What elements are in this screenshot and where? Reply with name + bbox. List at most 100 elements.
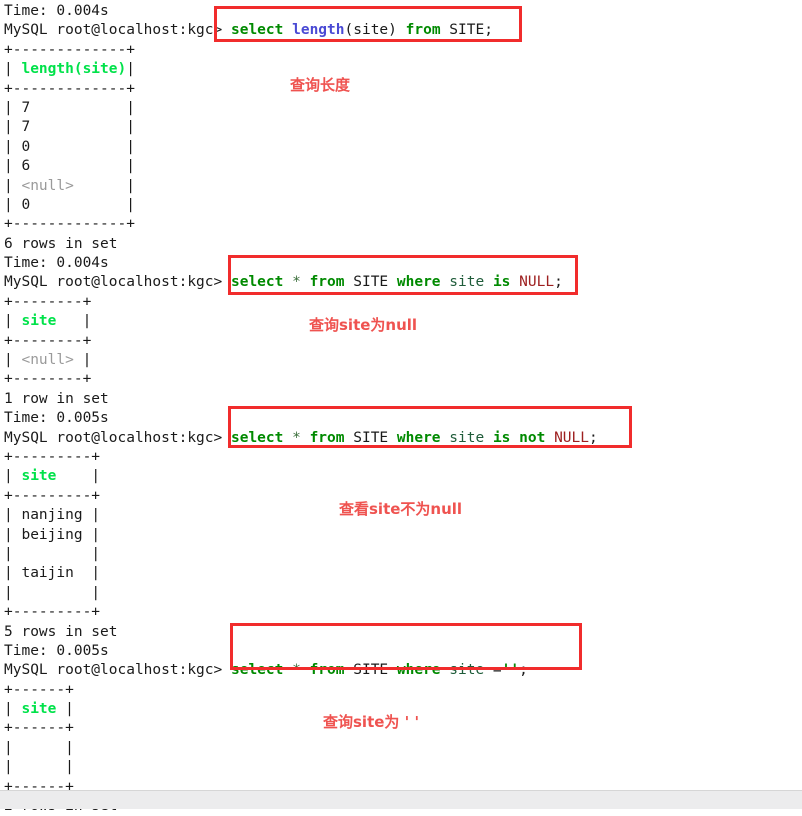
sql-token: NULL: [519, 274, 555, 291]
command-line[interactable]: MySQL root@localhost:kgc> select * from …: [4, 429, 802, 448]
sql-token: from: [405, 22, 441, 39]
table-border: |: [126, 177, 135, 194]
table-cell: 0: [21, 138, 127, 155]
command-line[interactable]: MySQL root@localhost:kgc> select length(…: [4, 21, 802, 40]
table-border: |: [91, 468, 101, 485]
command-line[interactable]: MySQL root@localhost:kgc> select * from …: [4, 273, 802, 292]
table-border: |: [126, 99, 135, 116]
sql-command-is-null-query[interactable]: select * from SITE where site is NULL;: [231, 274, 563, 290]
timing-line: Time: 0.005s: [4, 409, 802, 428]
table-border: |: [65, 701, 74, 718]
note-query-length: 查询长度: [290, 76, 351, 94]
table-row: | 0 |: [4, 196, 802, 215]
table-cell: <null>: [21, 177, 127, 194]
table-rule: +-------------+: [4, 215, 802, 234]
sql-token: length: [292, 22, 345, 39]
sql-token: where: [396, 274, 441, 291]
table-rule: +--------+: [4, 293, 802, 312]
table-cell: taijin: [21, 565, 92, 582]
sql-token: SITE: [344, 274, 397, 291]
table-border: |: [82, 313, 92, 330]
table-border: |: [4, 352, 22, 369]
table-row: | 7 |: [4, 99, 802, 118]
table-border: |: [126, 119, 135, 136]
table-cell: [21, 759, 65, 775]
timing-line: Time: 0.004s: [4, 2, 802, 21]
table-cell: 7: [21, 99, 127, 116]
table-border: |: [4, 759, 22, 776]
table-rule-text: +-------------+: [4, 216, 135, 233]
command-line[interactable]: MySQL root@localhost:kgc> select * from …: [4, 661, 802, 680]
sql-token: SITE: [344, 429, 397, 446]
table-row: | taijin |: [4, 564, 802, 583]
table-row: | |: [4, 739, 802, 758]
table-border: |: [4, 61, 22, 78]
table-cell: [21, 585, 91, 601]
table-border: |: [91, 526, 101, 543]
table-cell: nanjing: [21, 507, 92, 524]
shell-prompt: MySQL root@localhost:kgc>: [4, 662, 231, 679]
table-border: |: [4, 99, 22, 116]
timing-text: Time: 0.005s: [4, 410, 109, 427]
table-cell: [21, 740, 65, 756]
table-rule-text: +------+: [4, 720, 74, 737]
timing-line: Time: 0.005s: [4, 642, 802, 661]
timing-text: Time: 0.005s: [4, 642, 109, 659]
rowcount-text: 1 row in set: [4, 390, 109, 407]
sql-command-length-query[interactable]: select length(site) from SITE;: [231, 22, 493, 38]
table-rule-text: +--------+: [4, 293, 92, 310]
column-header: length(site): [21, 61, 127, 78]
sql-token: select: [230, 274, 284, 291]
sql-token: select: [230, 22, 284, 39]
table-row: | beijing |: [4, 526, 802, 545]
bottom-status-strip: [0, 790, 802, 809]
timing-text: Time: 0.004s: [4, 3, 109, 19]
table-border: |: [91, 545, 101, 562]
note-site-is-not-null: 查看site不为null: [339, 500, 463, 518]
timing-text: Time: 0.004s: [4, 255, 109, 272]
column-header: site: [21, 701, 66, 718]
rowcount-line: 6 rows in set: [4, 235, 802, 254]
table-border: |: [126, 196, 135, 213]
table-cell: 6: [21, 158, 127, 175]
sql-token: SITE;: [440, 22, 493, 39]
column-header: site: [21, 313, 83, 330]
table-header-row: | site |: [4, 467, 802, 486]
shell-prompt: MySQL root@localhost:kgc>: [4, 22, 231, 39]
table-rule-text: +------+: [4, 681, 74, 698]
table-border: |: [65, 759, 74, 776]
table-border: |: [82, 352, 92, 369]
table-rule: +--------+: [4, 370, 802, 389]
table-border: |: [126, 61, 135, 78]
table-border: |: [4, 138, 22, 155]
table-cell: 7: [21, 119, 127, 136]
table-border: |: [65, 739, 74, 756]
table-rule-text: +---------+: [4, 604, 101, 621]
table-row: | |: [4, 758, 802, 777]
rowcount-text: 5 rows in set: [4, 623, 118, 640]
terminal-output[interactable]: Time: 0.004s MySQL root@localhost:kgc> se…: [0, 0, 802, 814]
sql-command-empty-string-query[interactable]: select * from SITE where site ='';: [231, 662, 528, 678]
table-cell: beijing: [21, 526, 92, 543]
table-border: |: [4, 565, 22, 582]
table-row: | |: [4, 584, 802, 603]
sql-token: from: [309, 274, 345, 291]
table-cell: [21, 546, 91, 562]
rowcount-line: 5 rows in set: [4, 623, 802, 642]
table-row: | <null> |: [4, 177, 802, 196]
sql-token: from: [309, 662, 345, 679]
sql-token: *: [292, 429, 301, 446]
sql-command-is-not-null-query[interactable]: select * from SITE where site is not NUL…: [231, 430, 598, 446]
table-border: |: [4, 545, 22, 562]
sql-token: site: [449, 429, 485, 446]
